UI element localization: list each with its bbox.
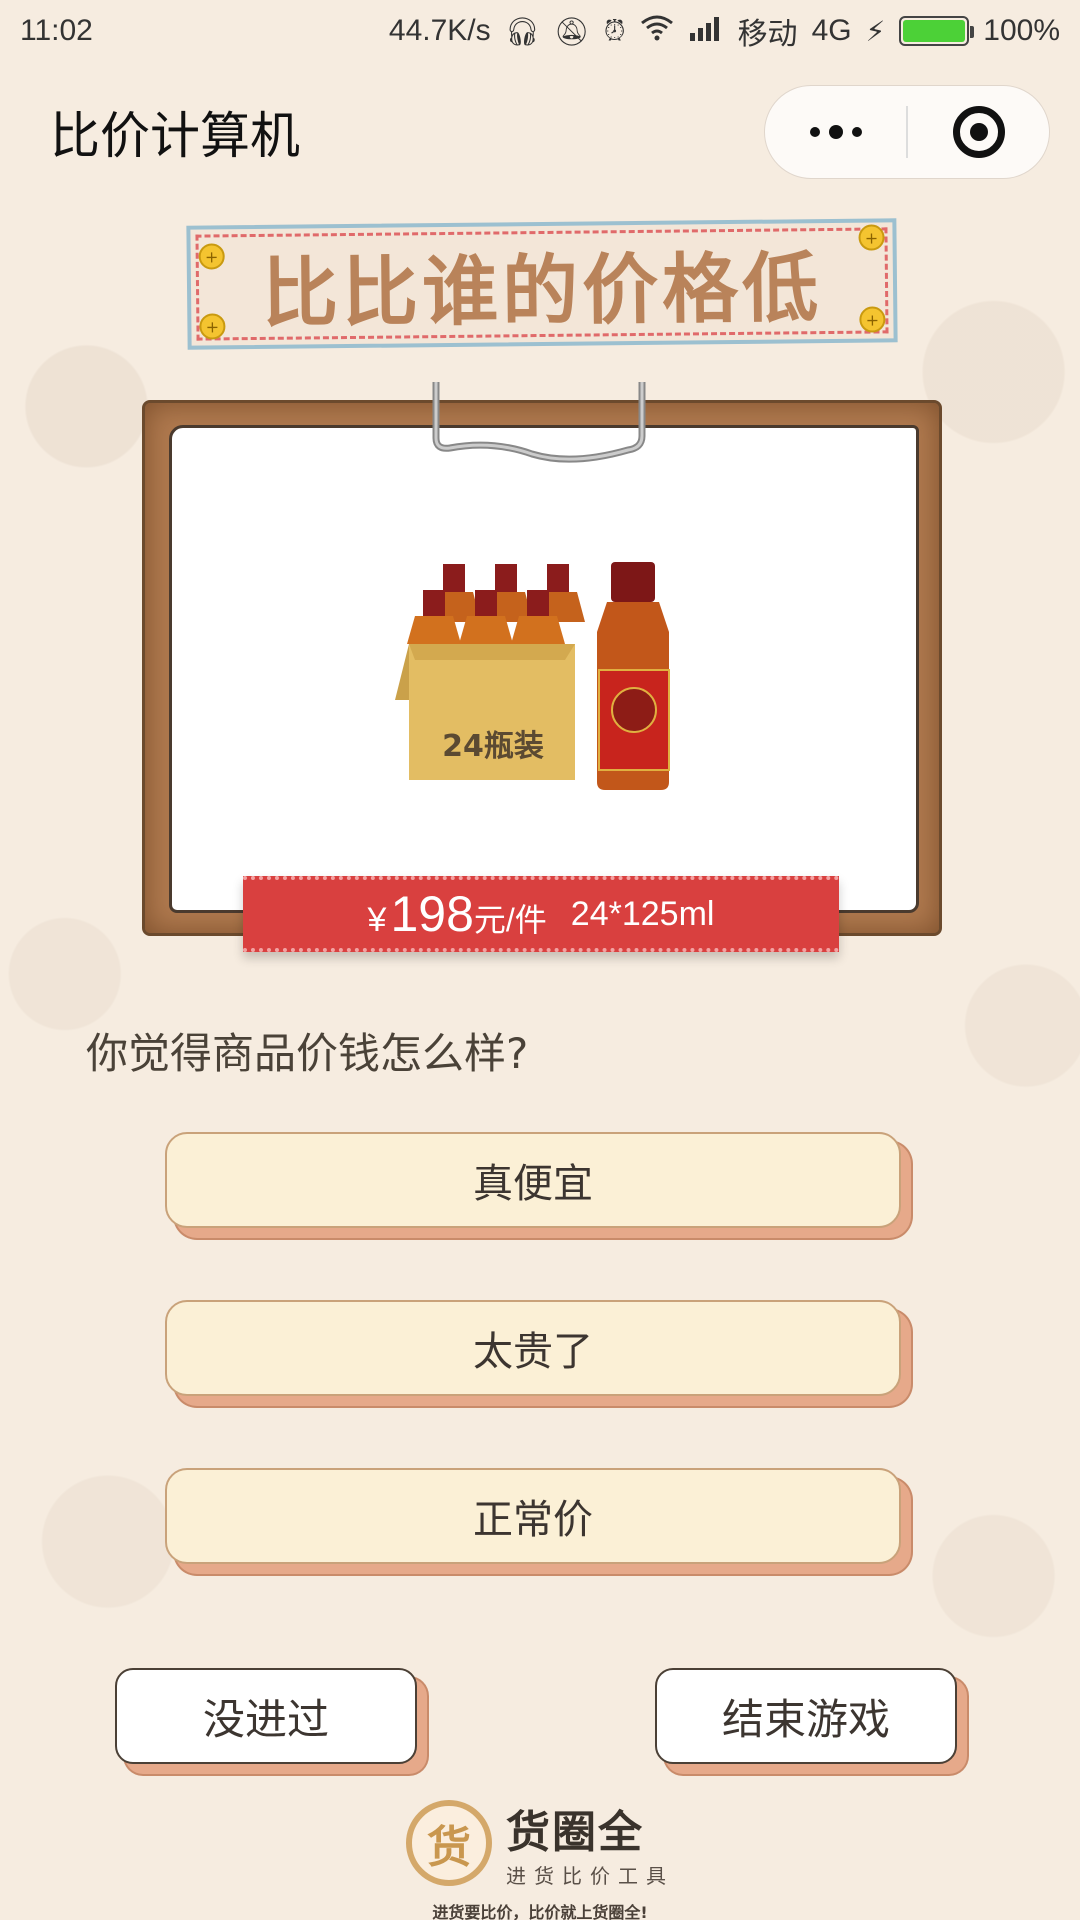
option-cheap-button[interactable]: 真便宜 xyxy=(165,1132,901,1228)
price: ¥ 198 元/件 xyxy=(368,885,547,943)
status-icons: 44.7K/s 🎧︎ 🔕︎ ⏰︎ 移动 4G ⚡︎ 100% xyxy=(389,9,1060,53)
coin-icon: + xyxy=(858,224,885,251)
battery-icon xyxy=(899,16,975,46)
product-image: 24瓶装 xyxy=(395,562,670,790)
brand-logo-icon: 货 xyxy=(406,1799,492,1886)
mute-icon: 🔕︎ xyxy=(554,15,590,47)
option-expensive-button[interactable]: 太贵了 xyxy=(165,1300,901,1396)
price-tag: ¥ 198 元/件 24*125ml xyxy=(243,876,839,952)
brand-subtitle: 进货比价工具 xyxy=(506,1864,674,1888)
coin-icon: + xyxy=(198,243,225,270)
target-ring-icon xyxy=(952,106,1005,158)
option-normal-button[interactable]: 正常价 xyxy=(165,1468,901,1564)
more-dots-icon xyxy=(809,125,862,139)
question-text: 你觉得商品价钱怎么样? xyxy=(86,1029,529,1078)
bottle-group xyxy=(407,564,585,644)
status-bar: 11:02 44.7K/s 🎧︎ 🔕︎ ⏰︎ 移动 4G ⚡︎ 100% xyxy=(0,0,1080,62)
price-currency: ¥ xyxy=(367,901,387,939)
brand-name: 货圈全 xyxy=(506,1807,644,1858)
alarm-icon: ⏰︎ xyxy=(603,14,626,46)
headphone-icon: 🎧︎ xyxy=(504,15,541,47)
page-title: 比价计算机 xyxy=(50,108,300,164)
box-label: 24瓶装 xyxy=(442,729,544,764)
coin-icon: + xyxy=(199,313,226,340)
status-time: 11:02 xyxy=(20,14,93,47)
nav-bar: 比价计算机 xyxy=(0,62,1080,202)
title-banner: + + + + 比比谁的价格低 xyxy=(186,218,898,350)
big-bottle xyxy=(597,562,670,790)
price-value: 198 xyxy=(390,886,474,942)
carrier-label: 移动 xyxy=(737,18,798,51)
mini-program-capsule xyxy=(764,85,1050,179)
wifi-icon xyxy=(640,15,674,48)
battery-percent: 100% xyxy=(983,14,1060,47)
brand-text: 货圈全 进货比价工具 xyxy=(506,1796,674,1889)
not-bought-button[interactable]: 没进过 xyxy=(115,1668,417,1764)
price-unit: 元/件 xyxy=(473,902,547,938)
charging-icon: ⚡︎ xyxy=(865,15,886,47)
signal-icon xyxy=(688,15,724,48)
more-button[interactable] xyxy=(765,86,906,178)
brand-logo: 货 货圈全 进货比价工具 xyxy=(406,1796,674,1889)
close-button[interactable] xyxy=(908,86,1049,178)
hanger-clip-icon xyxy=(432,382,646,463)
coin-icon: + xyxy=(859,306,886,333)
product-spec: 24*125ml xyxy=(570,894,715,933)
network-speed: 44.7K/s xyxy=(388,14,491,47)
footer: 货 货圈全 进货比价工具 进货要比价，比价就上货圈全! xyxy=(0,1796,1080,1920)
game-title: 比比谁的价格低 xyxy=(261,243,823,338)
network-type: 4G xyxy=(811,14,852,47)
end-game-button[interactable]: 结束游戏 xyxy=(655,1668,957,1764)
footer-slogan: 进货要比价，比价就上货圈全! xyxy=(432,1903,648,1920)
